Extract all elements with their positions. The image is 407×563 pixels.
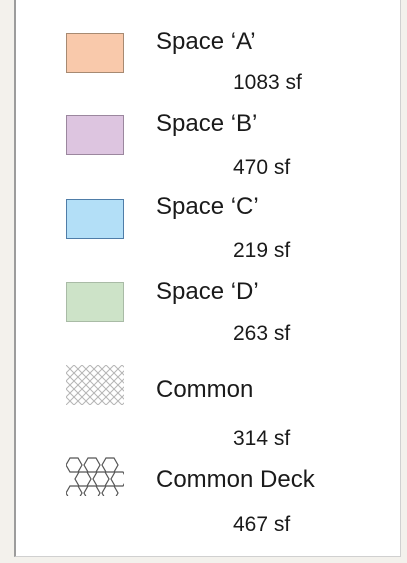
legend-item-area: 219 sf	[233, 239, 291, 262]
legend-item-area: 1083 sf	[233, 71, 302, 94]
legend-item-name: Common	[156, 376, 254, 403]
swatch-rect	[66, 115, 124, 155]
legend-item-space-c: Space ‘C’ 219 sf	[16, 183, 396, 263]
legend-item-name: Space ‘D’	[156, 278, 259, 305]
legend-item-name: Space ‘B’	[156, 110, 258, 137]
swatch-rect	[66, 199, 124, 239]
legend-item-area: 467 sf	[233, 513, 291, 536]
legend-item-area: 470 sf	[233, 156, 291, 179]
swatch-common-deck	[66, 456, 124, 496]
swatch-rect	[66, 282, 124, 322]
hexagon-lines	[66, 457, 124, 496]
legend-item-space-d: Space ‘D’ 263 sf	[16, 265, 396, 345]
legend-panel: Space ‘A’ 1083 sf Space ‘B’ 470 sf Space…	[14, 0, 401, 557]
swatch-space-d	[66, 282, 124, 322]
crosshatch-pattern-icon	[66, 365, 124, 405]
legend-item-space-b: Space ‘B’ 470 sf	[16, 100, 396, 180]
swatch-space-c	[66, 199, 124, 239]
swatch-space-b-graphic	[66, 115, 124, 155]
swatch-common	[66, 365, 124, 405]
legend-item-name: Space ‘C’	[156, 193, 259, 220]
swatch-space-a	[66, 33, 124, 73]
swatch-space-a-graphic	[66, 33, 124, 73]
swatch-space-b	[66, 115, 124, 155]
legend-item-name: Common Deck	[156, 466, 315, 493]
swatch-space-d-graphic	[66, 282, 124, 322]
legend-item-common: Common 314 sf	[16, 350, 396, 449]
legend-item-common-deck: Common Deck 467 sf	[16, 440, 396, 535]
swatch-space-c-graphic	[66, 199, 124, 239]
legend-item-area: 263 sf	[233, 322, 291, 345]
legend-item-name: Space ‘A’	[156, 28, 256, 55]
swatch-rect	[66, 33, 124, 73]
hexagon-pattern-icon	[66, 457, 124, 496]
legend-item-space-a: Space ‘A’ 1083 sf	[16, 18, 396, 98]
crosshatch-lines	[66, 365, 124, 405]
page: Space ‘A’ 1083 sf Space ‘B’ 470 sf Space…	[0, 0, 407, 563]
